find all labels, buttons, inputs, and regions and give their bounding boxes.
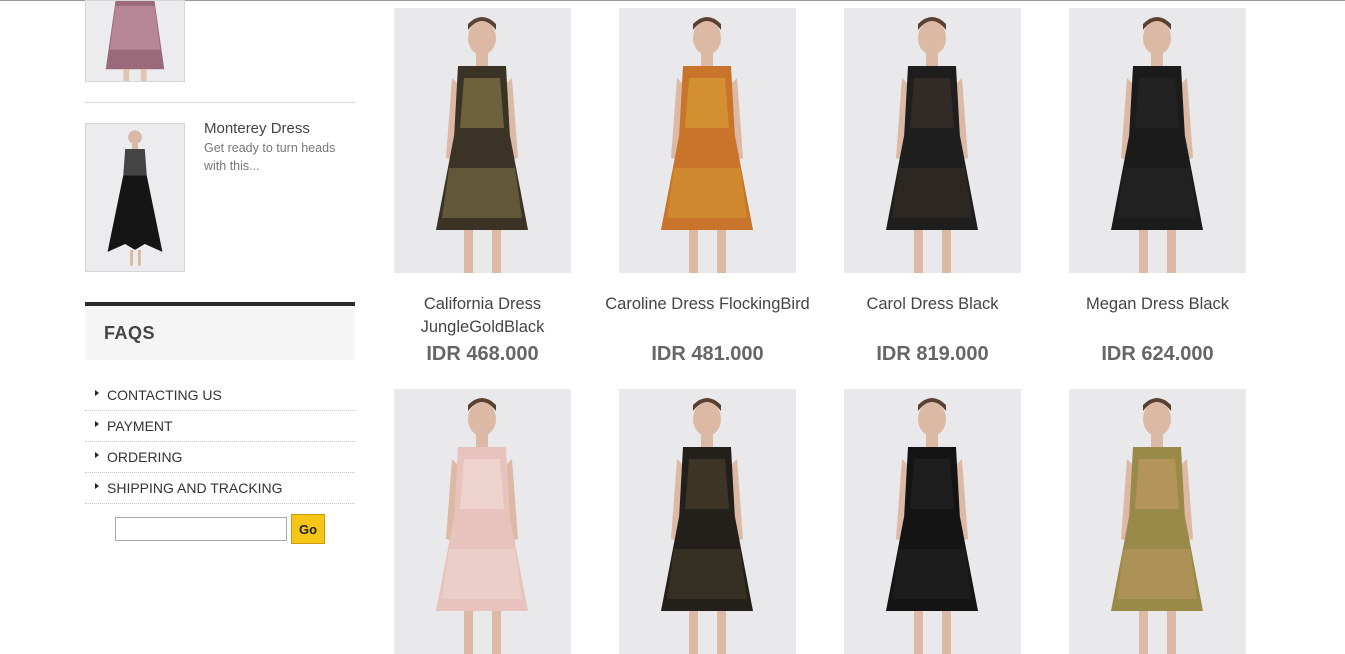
product-price: IDR 819.000	[876, 343, 989, 365]
faq-item-label: ORDERING	[107, 449, 183, 465]
model-figure-shape	[468, 21, 496, 55]
model-photo	[1069, 389, 1246, 654]
model-photo	[1069, 8, 1246, 273]
faq-heading: FAQS	[104, 323, 156, 343]
model-figure-shape	[693, 21, 721, 55]
model-figure-shape	[689, 230, 698, 273]
model-figure-shape	[685, 459, 729, 509]
model-figure-shape	[1117, 549, 1197, 599]
caret-right-icon	[95, 421, 99, 427]
model-figure-shape	[926, 434, 938, 448]
model-photo	[844, 389, 1021, 654]
model-figure-shape	[701, 53, 713, 67]
product-image[interactable]	[1069, 8, 1246, 273]
search-go-button[interactable]: Go	[291, 514, 325, 544]
model-figure-shape	[464, 230, 473, 273]
search-input[interactable]	[115, 517, 287, 541]
faq-item-label: PAYMENT	[107, 418, 173, 434]
model-figure-shape	[701, 434, 713, 448]
model-figure-shape	[693, 402, 721, 436]
caret-right-icon	[95, 390, 99, 396]
sidebar-divider	[85, 102, 355, 103]
caret-right-icon	[95, 452, 99, 458]
recent-post-excerpt: Get ready to turn heads with this...	[204, 141, 336, 173]
model-photo	[619, 8, 796, 273]
product-name[interactable]: Carol Dress Black	[824, 293, 1041, 316]
model-figure-shape	[476, 53, 488, 67]
product-price: IDR 468.000	[426, 343, 539, 365]
model-figure-shape	[468, 402, 496, 436]
model-figure-shape	[1143, 402, 1171, 436]
model-photo	[844, 8, 1021, 273]
model-figure-shape	[926, 53, 938, 67]
model-figure-shape	[892, 168, 972, 218]
model-figure-shape	[1139, 611, 1148, 654]
product-name[interactable]: Caroline Dress FlockingBird	[599, 293, 816, 316]
product-price: IDR 624.000	[1101, 343, 1214, 365]
model-figure-shape	[442, 168, 522, 218]
model-figure-shape	[914, 230, 923, 273]
product-image[interactable]	[394, 8, 571, 273]
dress-figure-image	[86, 1, 184, 81]
faq-item-shipping-and-tracking[interactable]: SHIPPING AND TRACKING	[85, 473, 355, 504]
model-figure-shape	[1151, 434, 1163, 448]
faq-item-label: SHIPPING AND TRACKING	[107, 480, 283, 496]
model-figure-shape	[717, 611, 726, 654]
caret-right-icon	[95, 483, 99, 489]
model-figure-shape	[892, 549, 972, 599]
model-figure-shape	[1139, 230, 1148, 273]
dress-figure-image	[86, 124, 184, 271]
model-figure-shape	[1167, 230, 1176, 273]
model-figure-shape	[942, 230, 951, 273]
model-figure-shape	[1135, 78, 1179, 128]
model-photo	[394, 389, 571, 654]
product-image[interactable]	[619, 389, 796, 654]
top-divider	[0, 0, 1345, 1]
faq-widget-header: FAQS	[85, 302, 355, 360]
product-image[interactable]	[844, 8, 1021, 273]
model-figure-shape	[460, 78, 504, 128]
product-image[interactable]	[1069, 389, 1246, 654]
model-photo	[619, 389, 796, 654]
model-figure-shape	[942, 611, 951, 654]
recent-post-thumbnail[interactable]	[85, 123, 185, 272]
faq-item-payment[interactable]: PAYMENT	[85, 411, 355, 442]
product-price: IDR 481.000	[651, 343, 764, 365]
model-figure-shape	[460, 459, 504, 509]
model-figure-shape	[492, 230, 501, 273]
faq-list: CONTACTING US PAYMENT ORDERING SHIPPING …	[85, 380, 355, 504]
recent-post-title[interactable]: Monterey Dress	[204, 120, 310, 137]
product-image[interactable]	[844, 389, 1021, 654]
model-figure-shape	[1117, 168, 1197, 218]
recent-post-thumbnail-prev[interactable]	[85, 0, 185, 82]
model-figure-shape	[914, 611, 923, 654]
product-name[interactable]: Megan Dress Black	[1049, 293, 1266, 316]
product-image[interactable]	[619, 8, 796, 273]
model-photo	[394, 8, 571, 273]
model-figure-shape	[689, 611, 698, 654]
product-name[interactable]: California Dress JungleGoldBlack	[374, 293, 591, 339]
product-image[interactable]	[394, 389, 571, 654]
model-figure-shape	[1143, 21, 1171, 55]
faq-item-ordering[interactable]: ORDERING	[85, 442, 355, 473]
model-figure-shape	[1135, 459, 1179, 509]
model-figure-shape	[667, 549, 747, 599]
model-figure-shape	[476, 434, 488, 448]
model-figure-shape	[464, 611, 473, 654]
model-figure-shape	[1167, 611, 1176, 654]
faq-item-contacting-us[interactable]: CONTACTING US	[85, 380, 355, 411]
model-figure-shape	[910, 459, 954, 509]
model-figure-shape	[492, 611, 501, 654]
model-figure-shape	[717, 230, 726, 273]
model-figure-shape	[918, 21, 946, 55]
model-figure-shape	[918, 402, 946, 436]
model-figure-shape	[1151, 53, 1163, 67]
faq-item-label: CONTACTING US	[107, 387, 222, 403]
model-figure-shape	[685, 78, 729, 128]
model-figure-shape	[667, 168, 747, 218]
model-figure-shape	[910, 78, 954, 128]
model-figure-shape	[442, 549, 522, 599]
